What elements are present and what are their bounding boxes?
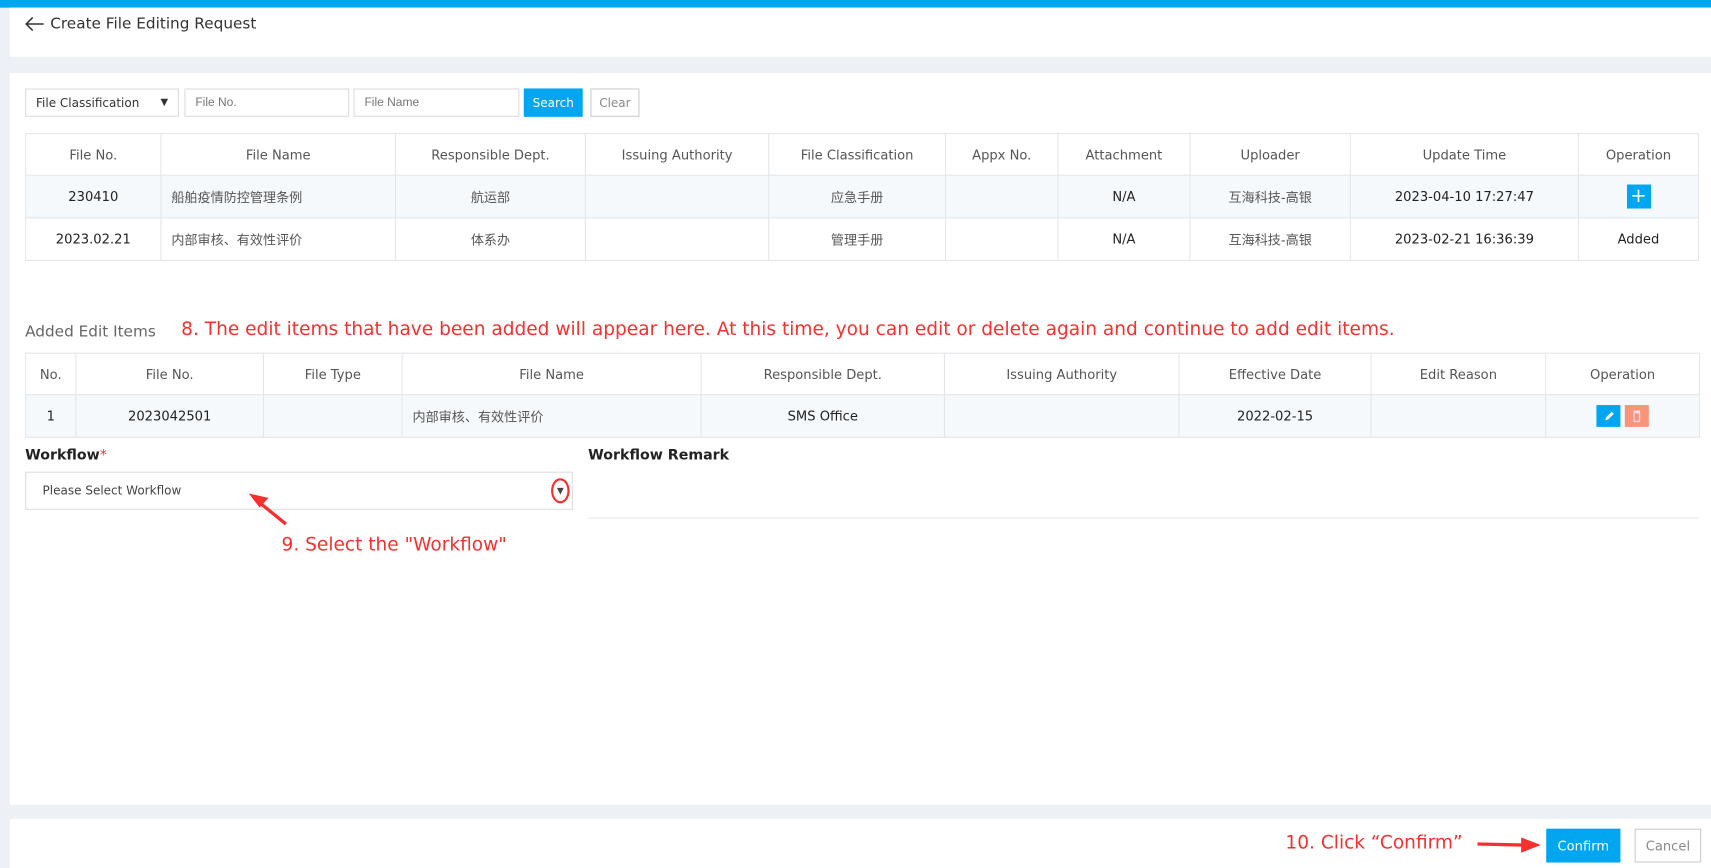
workflow-label: Workflow* [25, 448, 107, 464]
caret-down-icon: ▼ [160, 97, 169, 109]
cell-operation [1545, 394, 1701, 438]
column-header: File Name [160, 133, 397, 176]
cell-appx-no [944, 174, 1059, 219]
column-header: Responsible Dept. [700, 352, 945, 396]
file-classification-select[interactable]: File Classification ▼ [25, 88, 179, 117]
column-header: Uploader [1189, 133, 1351, 176]
cell-uploader: 互海科技-高银 [1189, 174, 1351, 219]
cell-file-type [262, 394, 403, 438]
column-header: Edit Reason [1370, 352, 1547, 396]
column-header: Responsible Dept. [395, 133, 586, 176]
search-button[interactable]: Search [523, 88, 583, 117]
cell-authority [584, 174, 770, 219]
cell-file-no: 230410 [25, 174, 162, 219]
cell-file-name: 内部审核、有效性评价 [160, 217, 397, 261]
workflow-select[interactable]: Please Select Workflow ▼ [25, 471, 573, 510]
cell-file-no: 2023042501 [75, 394, 265, 438]
required-mark: * [99, 447, 107, 465]
add-icon-button[interactable]: + [1626, 184, 1651, 209]
files-table: File No. File Name Responsible Dept. Iss… [25, 133, 1699, 261]
added-items-table: No. File No. File Type File Name Respons… [25, 352, 1701, 438]
workflow-remark-label: Workflow Remark [588, 447, 730, 465]
caret-down-icon[interactable]: ▼ [551, 478, 570, 504]
column-header: Issuing Authority [943, 352, 1180, 396]
cell-authority [584, 217, 770, 261]
cell-attachment: N/A [1057, 174, 1191, 219]
page-title: Create File Editing Request [24, 15, 257, 33]
table-row: 1 2023042501 内部审核、有效性评价 SMS Office 2022-… [25, 394, 1701, 438]
cell-dept: 体系办 [395, 217, 586, 261]
edit-button[interactable] [1596, 405, 1621, 427]
page-title-text: Create File Editing Request [50, 15, 257, 33]
column-header: File Name [401, 352, 702, 396]
column-header: File No. [75, 352, 265, 396]
cell-appx-no [944, 217, 1059, 261]
column-header: Operation [1577, 133, 1699, 176]
table-header-row: No. File No. File Type File Name Respons… [25, 352, 1701, 396]
column-header: Appx No. [944, 133, 1059, 176]
annotation-step-8: 8. The edit items that have been added w… [181, 318, 1395, 341]
cell-classification: 应急手册 [768, 174, 947, 219]
column-header: Issuing Authority [584, 133, 770, 176]
table-header-row: File No. File Name Responsible Dept. Iss… [25, 133, 1699, 176]
column-header: File No. [25, 133, 162, 176]
cell-dept: 航运部 [395, 174, 586, 219]
cell-file-name: 内部审核、有效性评价 [401, 394, 702, 438]
added-items-title: Added Edit Items [25, 323, 156, 341]
page-header [9, 7, 1711, 57]
cell-attachment: N/A [1057, 217, 1191, 261]
column-header: Operation [1545, 352, 1701, 396]
column-header: File Classification [768, 133, 947, 176]
annotation-step-10: 10. Click “Confirm” [1285, 831, 1463, 854]
file-no-input[interactable] [184, 88, 350, 117]
workflow-label-text: Workflow [25, 447, 100, 465]
clear-button[interactable]: Clear [590, 88, 640, 117]
trash-icon [1633, 410, 1641, 423]
cell-dept: SMS Office [700, 394, 945, 438]
column-header: Attachment [1057, 133, 1191, 176]
column-header: No. [25, 352, 77, 396]
cell-update-time: 2023-04-10 17:27:47 [1349, 174, 1579, 219]
cancel-button[interactable]: Cancel [1634, 828, 1702, 863]
cell-classification: 管理手册 [768, 217, 947, 261]
cell-update-time: 2023-02-21 16:36:39 [1349, 217, 1579, 261]
confirm-button[interactable]: Confirm [1546, 828, 1621, 863]
cell-file-no: 2023.02.21 [25, 217, 162, 261]
column-header: Update Time [1349, 133, 1579, 176]
top-accent-bar [0, 0, 1711, 8]
table-row: 2023.02.21 内部审核、有效性评价 体系办 管理手册 N/A 互海科技-… [25, 217, 1699, 261]
annotation-arrow-icon [1477, 837, 1541, 853]
arrow-left-icon[interactable] [24, 15, 46, 32]
cell-edit-reason [1370, 394, 1547, 438]
cell-operation-added: Added [1577, 217, 1699, 261]
workflow-select-placeholder: Please Select Workflow [42, 483, 182, 498]
annotation-step-9: 9. Select the "Workflow" [281, 533, 507, 556]
cell-file-name: 船舶疫情防控管理条例 [160, 174, 397, 219]
cell-uploader: 互海科技-高银 [1189, 217, 1351, 261]
table-row: 230410 船舶疫情防控管理条例 航运部 应急手册 N/A 互海科技-高银 2… [25, 174, 1699, 219]
file-name-input[interactable] [353, 88, 520, 117]
column-header: File Type [262, 352, 403, 396]
delete-button[interactable] [1624, 405, 1649, 427]
cell-authority [943, 394, 1180, 438]
cell-effective-date: 2022-02-15 [1178, 394, 1372, 438]
pencil-icon [1605, 411, 1614, 421]
column-header: Effective Date [1178, 352, 1372, 396]
annotation-arrow-icon [248, 493, 287, 526]
select-label: File Classification [36, 95, 140, 110]
workflow-remark-input[interactable] [588, 467, 1698, 519]
cell-no: 1 [25, 394, 77, 438]
cell-operation: + [1577, 174, 1699, 219]
